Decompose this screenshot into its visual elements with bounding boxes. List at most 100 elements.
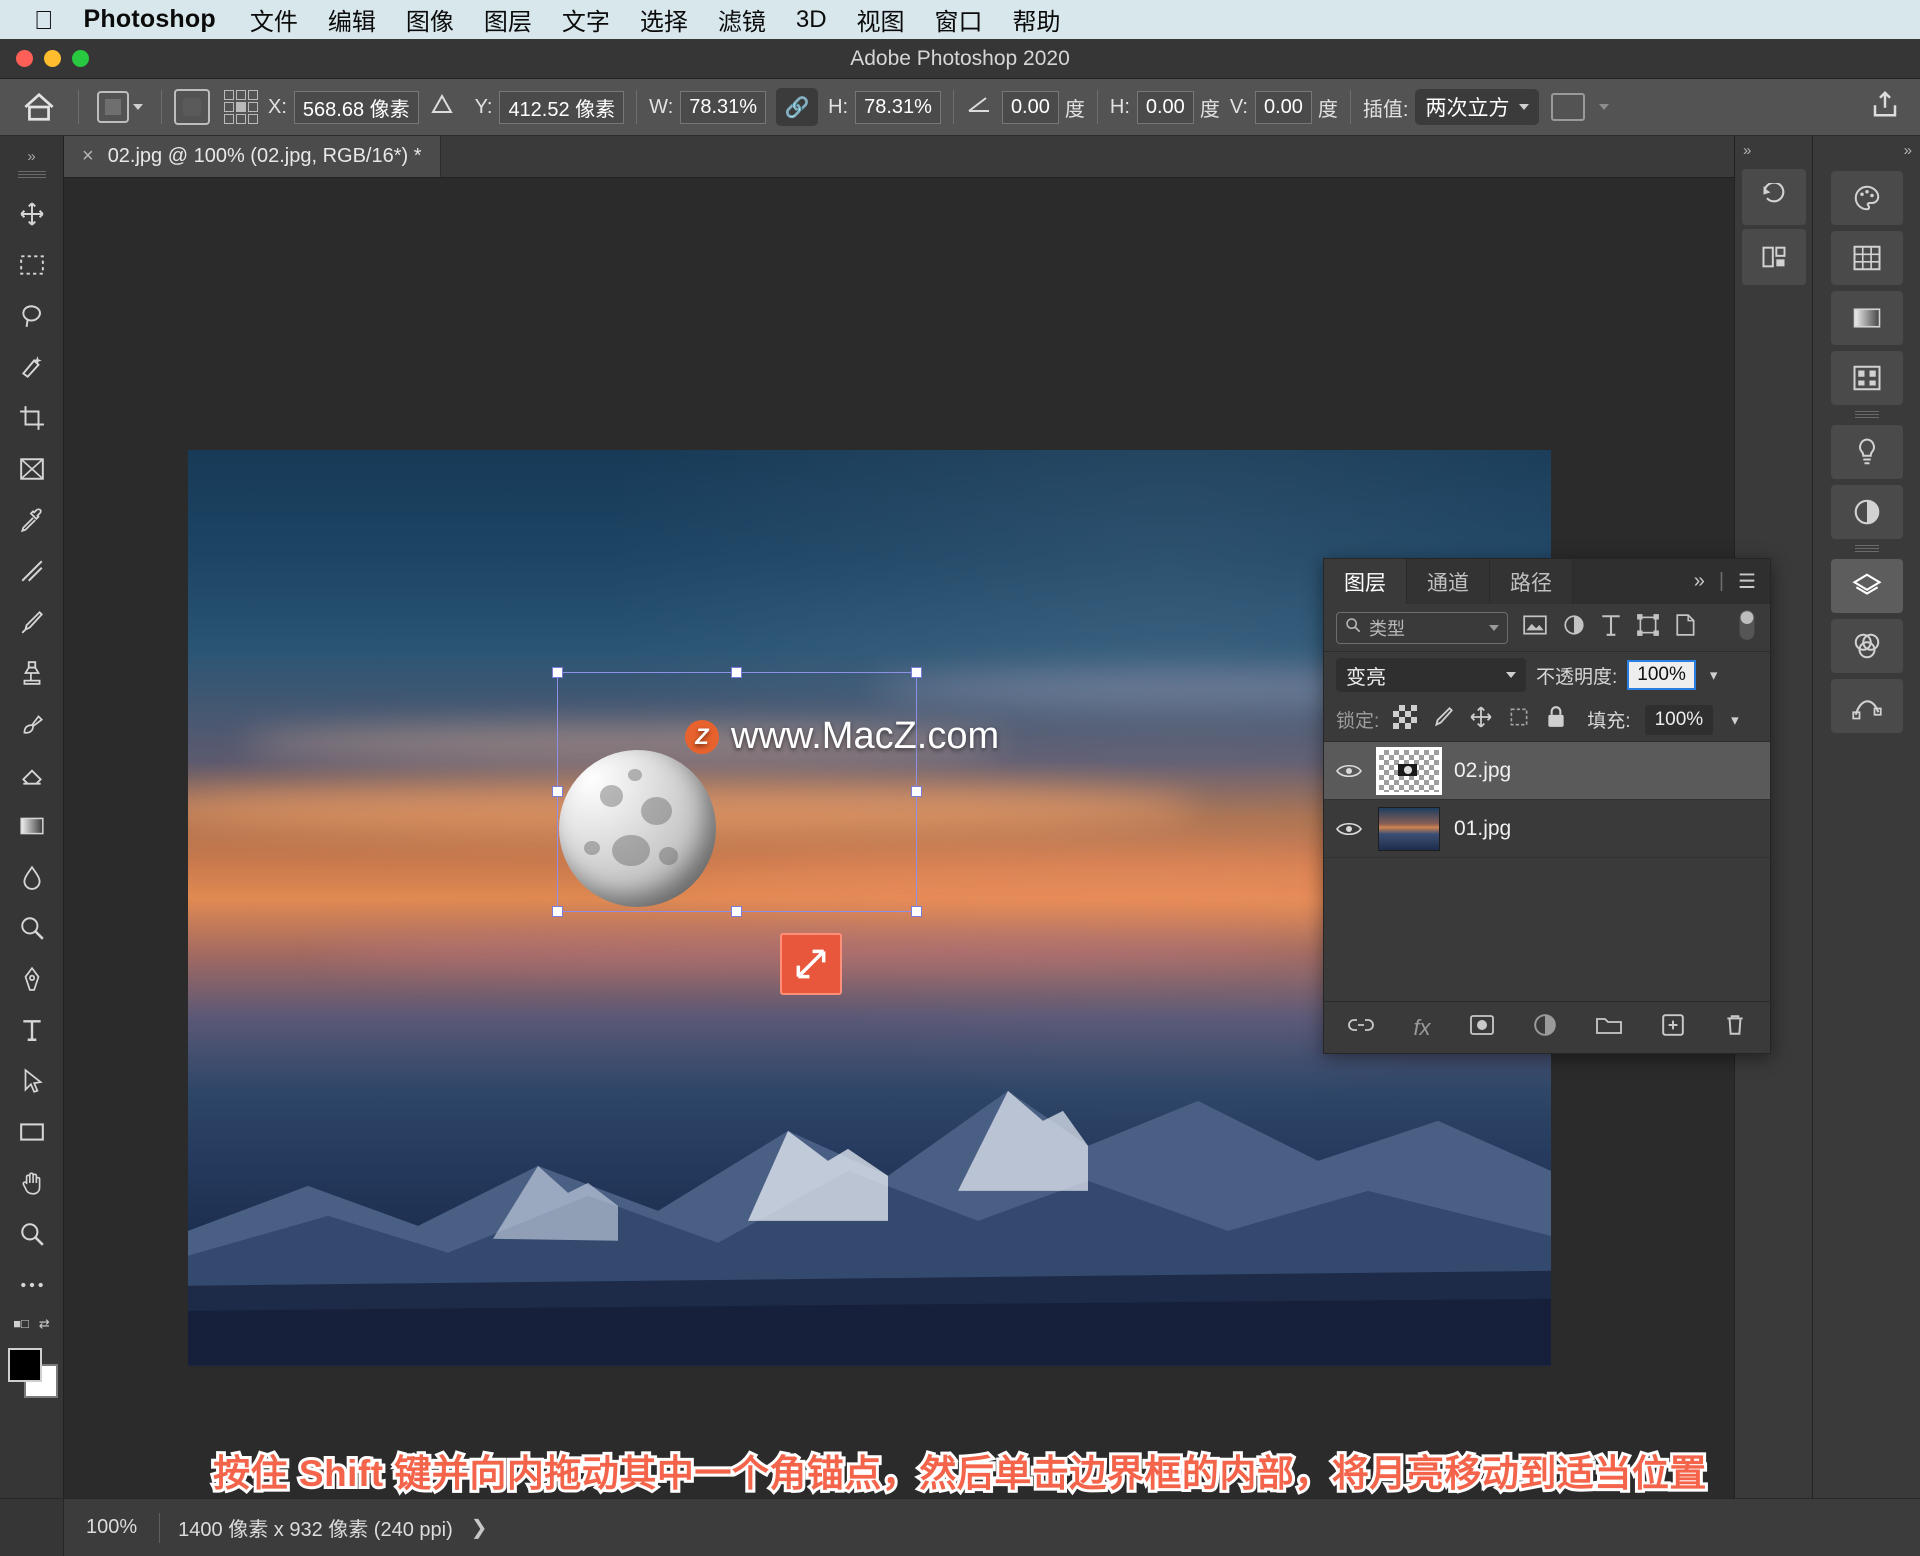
hand-tool[interactable] [4,1157,60,1208]
opacity-input[interactable]: 100% [1627,660,1696,690]
layer-row-02jpg[interactable]: 02.jpg [1324,742,1770,800]
handle-top-left[interactable] [552,667,563,678]
adjustment-filter-icon[interactable] [1562,613,1586,642]
lasso-tool[interactable] [4,290,60,341]
handle-bottom-left[interactable] [552,906,563,917]
skew-h-input[interactable]: 0.00 [1136,90,1194,124]
type-tool[interactable] [4,1004,60,1055]
lock-image-icon[interactable] [1431,705,1455,734]
filter-toggle-icon[interactable] [1736,608,1758,647]
paths-icon[interactable] [1830,679,1903,733]
delete-layer-icon[interactable] [1723,1013,1747,1042]
skew-v-input[interactable]: 0.00 [1254,90,1312,124]
brush-tool[interactable] [4,596,60,647]
panel-grip[interactable] [1854,545,1879,553]
handle-top-center[interactable] [731,667,742,678]
adjustment-layer-icon[interactable] [1533,1013,1557,1042]
type-filter-icon[interactable] [1600,613,1622,642]
gradient-tool[interactable] [4,800,60,851]
default-colors-icon[interactable]: ■□ [13,1316,29,1332]
layer-visibility-toggle-01jpg[interactable] [1334,820,1364,838]
handle-middle-left[interactable] [552,786,563,797]
tab-channels[interactable]: 通道 [1407,559,1490,604]
new-group-icon[interactable] [1595,1014,1623,1041]
maximize-window-button[interactable] [72,50,89,67]
layer-mask-icon[interactable] [1469,1014,1495,1041]
smart-object-filter-icon[interactable] [1674,613,1698,642]
crop-tool[interactable] [4,392,60,443]
tab-layers[interactable]: 图层 [1324,559,1407,604]
opacity-stepper-chevron-down-icon[interactable]: ▾ [1710,666,1718,684]
rotation-input[interactable]: 0.00 [1001,90,1059,124]
menu-item-view[interactable]: 视图 [857,2,905,37]
menu-item-window[interactable]: 窗口 [935,2,983,37]
quick-selection-tool[interactable] [4,341,60,392]
patterns-icon[interactable] [1830,351,1903,405]
y-input[interactable]: 412.52 像素 [499,90,625,124]
pen-tool[interactable] [4,953,60,1004]
color-palette-icon[interactable] [1830,171,1903,225]
chevron-down-icon[interactable] [133,104,143,110]
history-icon[interactable] [1741,169,1806,225]
color-swatches[interactable] [6,1346,58,1398]
menu-item-image[interactable]: 图像 [406,2,454,37]
handle-bottom-center[interactable] [731,906,742,917]
link-icon[interactable]: 🔗 [776,88,819,126]
swatches-grid-icon[interactable] [1830,231,1903,285]
transform-shape-icon[interactable] [174,89,210,125]
lock-artboard-icon[interactable] [1507,705,1531,734]
resize-diagonal-icon[interactable] [780,933,842,995]
chevron-double-right-icon[interactable]: » [1813,136,1920,165]
swap-colors-icon[interactable]: ⇄ [39,1316,50,1332]
more-tools-icon[interactable] [4,1259,60,1310]
chevron-down-icon[interactable] [1599,104,1610,110]
rectangular-marquee-tool[interactable] [4,239,60,290]
tab-paths[interactable]: 路径 [1490,559,1573,604]
tool-preset-picker[interactable] [91,91,149,123]
close-window-button[interactable] [16,50,33,67]
apple-logo-icon[interactable]:  [34,7,54,33]
rectangle-tool[interactable] [4,1106,60,1157]
image-filter-icon[interactable] [1522,614,1548,641]
path-selection-tool[interactable] [4,1055,60,1106]
menu-item-3d[interactable]: 3D [796,6,827,34]
zoom-level[interactable]: 100% [64,1516,159,1539]
move-tool[interactable] [4,188,60,239]
layer-filter-type-select[interactable]: 类型 [1336,611,1508,644]
menu-item-help[interactable]: 帮助 [1013,2,1061,37]
blur-tool[interactable] [4,851,60,902]
share-icon[interactable] [1870,89,1908,125]
chevron-double-right-icon[interactable]: » [27,144,35,168]
chevron-double-right-icon[interactable]: » [1735,136,1812,165]
height-input[interactable]: 78.31% [855,90,941,124]
width-input[interactable]: 78.31% [680,90,767,124]
hamburger-menu-icon[interactable]: ☰ [1738,569,1756,594]
menu-item-filter[interactable]: 滤镜 [718,2,766,37]
handle-top-right[interactable] [911,667,922,678]
menu-item-layer[interactable]: 图层 [484,2,532,37]
adjustments-half-circle-icon[interactable] [1830,485,1903,539]
document-tab-02jpg[interactable]: × 02.jpg @ 100% (02.jpg, RGB/16*) * [64,136,441,177]
menu-item-edit[interactable]: 编辑 [328,2,376,37]
zoom-tool[interactable] [4,1208,60,1259]
healing-brush-tool[interactable] [4,545,60,596]
layers-icon[interactable] [1830,559,1903,613]
x-input[interactable]: 568.68 像素 [293,90,419,124]
layer-style-fx-icon[interactable]: fx [1413,1015,1430,1041]
shape-filter-icon[interactable] [1636,613,1660,642]
interpolation-select[interactable]: 两次立方 [1415,89,1540,125]
fill-input[interactable]: 100% [1644,704,1714,735]
warp-toggle-icon[interactable] [1551,93,1586,121]
panel-grip[interactable] [17,171,46,180]
gradients-icon[interactable] [1830,291,1903,345]
menu-item-type[interactable]: 文字 [562,2,610,37]
menu-item-select[interactable]: 选择 [640,2,688,37]
handle-middle-right[interactable] [911,786,922,797]
handle-bottom-right[interactable] [911,906,922,917]
lock-all-icon[interactable] [1545,705,1567,734]
eraser-tool[interactable] [4,749,60,800]
frame-tool[interactable] [4,443,60,494]
reference-point-grid[interactable] [224,90,258,124]
lock-position-icon[interactable] [1469,705,1493,734]
dodge-tool[interactable] [4,902,60,953]
